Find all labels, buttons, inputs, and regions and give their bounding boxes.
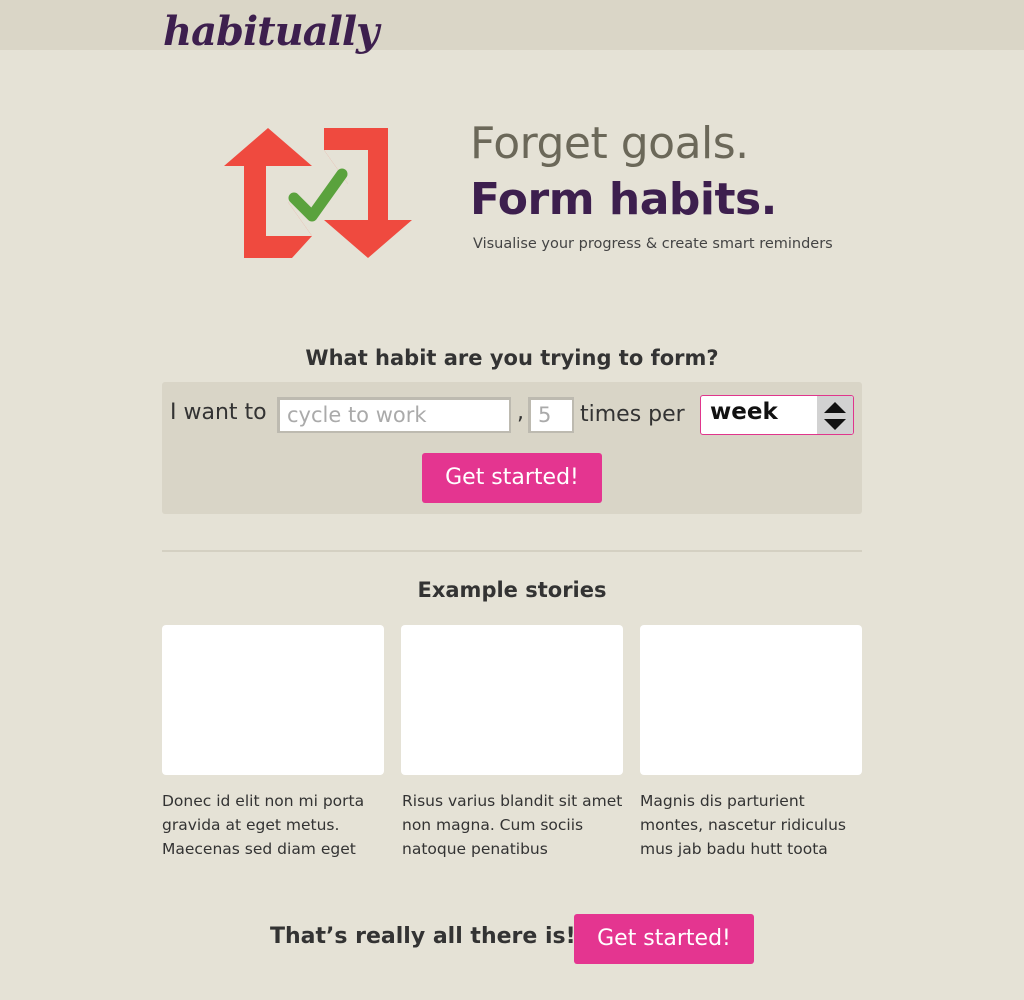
cta-get-started-button[interactable]: Get started! [574,914,754,964]
story-image-3[interactable] [640,625,862,775]
story-text-2: Risus varius blandit sit amet non magna.… [402,792,623,858]
habit-input[interactable]: cycle to work [277,397,511,433]
period-select[interactable]: week [700,395,854,435]
habit-form: I want to cycle to work , 5 times per we… [162,382,862,514]
refresh-check-icon [224,128,412,258]
form-question: What habit are you trying to form? [305,346,719,370]
comma-separator: , [517,400,524,425]
get-started-button[interactable]: Get started! [422,453,602,503]
label-times-per: times per [580,402,685,427]
top-bar [0,0,1024,50]
section-divider [162,550,862,552]
headline-form-habits: Form habits. [470,174,777,225]
story-text-3: Magnis dis parturient montes, nascetur r… [640,792,846,858]
logo[interactable]: habitually [163,8,379,55]
select-spinner[interactable] [817,396,853,434]
cta-text: That’s really all there is! [270,924,576,949]
tagline: Visualise your progress & create smart r… [473,236,833,252]
frequency-count-input[interactable]: 5 [528,397,574,433]
up-down-arrows-icon [824,402,846,430]
period-select-value: week [710,399,778,425]
story-text-1: Donec id elit non mi porta gravida at eg… [162,792,365,858]
story-image-1[interactable] [162,625,384,775]
label-i-want-to: I want to [170,400,267,425]
headline-forget-goals: Forget goals. [470,118,749,169]
example-stories-title: Example stories [417,578,607,602]
story-image-2[interactable] [401,625,623,775]
